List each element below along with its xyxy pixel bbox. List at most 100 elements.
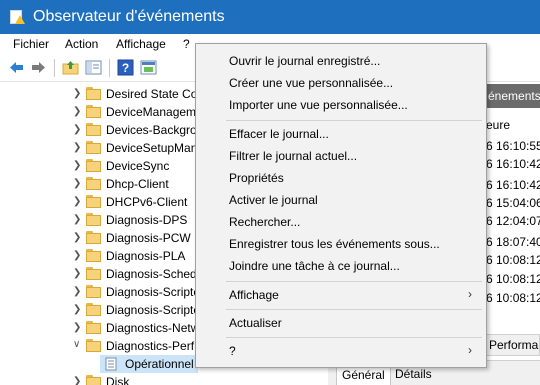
tree-item[interactable]: ❯ Disk — [0, 373, 200, 385]
back-arrow-icon[interactable] — [8, 59, 25, 76]
menu-item-create-custom-view[interactable]: Créer une vue personnalisée... — [196, 72, 486, 94]
event-detail-title: Performan — [486, 334, 540, 356]
chevron-right-icon[interactable]: ❯ — [73, 124, 83, 136]
folder-icon — [86, 105, 101, 118]
tree-item-expanded[interactable]: ∨ Diagnostics-Perf — [0, 337, 200, 355]
folder-icon — [86, 231, 101, 244]
folder-icon — [86, 249, 101, 262]
chevron-right-icon[interactable]: ❯ — [73, 232, 83, 244]
menu-item-view[interactable]: Affichage › — [196, 284, 486, 306]
folder-open-icon — [86, 339, 101, 352]
chevron-right-icon: › — [468, 343, 472, 357]
tree-item[interactable]: ❯ Diagnosis-Scripte — [0, 301, 200, 319]
event-time[interactable]: 6 10:08:12 — [486, 272, 540, 286]
menu-item-find[interactable]: Rechercher... — [196, 211, 486, 233]
chevron-right-icon[interactable]: ❯ — [73, 88, 83, 100]
window-title: Observateur d'événements — [33, 8, 225, 25]
chevron-right-icon[interactable]: ❯ — [73, 214, 83, 226]
chevron-right-icon: › — [468, 287, 472, 301]
tree-item[interactable]: ❯ Diagnosis-Scripte — [0, 283, 200, 301]
events-panel: énements eure 6 16:10:55 6 16:10:42 6 16… — [486, 82, 540, 385]
tree-item[interactable]: ❯ Diagnostics-Netw — [0, 319, 200, 337]
chevron-right-icon[interactable]: ❯ — [73, 268, 83, 280]
folder-icon — [86, 177, 101, 190]
menu-item-attach-task[interactable]: Joindre une tâche à ce journal... — [196, 255, 486, 277]
chevron-right-icon[interactable]: ❯ — [73, 106, 83, 118]
event-time[interactable]: 6 16:10:42 — [486, 178, 540, 192]
folder-icon — [86, 123, 101, 136]
menu-separator — [226, 337, 482, 338]
tree-item[interactable]: ❯ DeviceManageme — [0, 103, 200, 121]
tree-item[interactable]: ❯ Diagnosis-Sched — [0, 265, 200, 283]
chevron-right-icon[interactable]: ❯ — [73, 304, 83, 316]
tree-item[interactable]: ❯ Devices-Backgro — [0, 121, 200, 139]
folder-icon — [86, 375, 101, 385]
chevron-right-icon[interactable]: ❯ — [73, 142, 83, 154]
tree-item[interactable]: ❯ Diagnosis-DPS — [0, 211, 200, 229]
title-bar: Observateur d'événements — [0, 0, 540, 34]
chevron-right-icon[interactable]: ❯ — [73, 160, 83, 172]
menu-item-properties[interactable]: Propriétés — [196, 167, 486, 189]
menu-item-import-custom-view[interactable]: Importer une vue personnalisée... — [196, 94, 486, 116]
tree-item[interactable]: ❯ DeviceSync — [0, 157, 200, 175]
navigation-tree: ❯ Desired State Con ❯ DeviceManageme ❯ Devi… — [0, 83, 200, 385]
menu-fichier[interactable]: Fichier — [13, 37, 49, 51]
tree-item[interactable]: ❯ Dhcp-Client — [0, 175, 200, 193]
toolbar-separator — [54, 59, 55, 77]
menu-help[interactable]: ? — [183, 37, 190, 51]
forward-arrow-icon[interactable] — [30, 59, 47, 76]
folder-icon — [86, 321, 101, 334]
event-time[interactable]: 6 10:08:12 — [486, 291, 540, 305]
folder-icon — [86, 285, 101, 298]
tree-item[interactable]: ❯ Diagnosis-PLA — [0, 247, 200, 265]
event-time[interactable]: 6 10:08:12 — [486, 253, 540, 267]
event-time[interactable]: 6 16:10:42 — [486, 157, 540, 171]
menu-item-refresh[interactable]: Actualiser — [196, 312, 486, 334]
chevron-right-icon[interactable]: ❯ — [73, 322, 83, 334]
menu-item-clear-log[interactable]: Effacer le journal... — [196, 123, 486, 145]
folder-up-icon[interactable] — [62, 59, 79, 76]
tree-item[interactable]: ❯ Desired State Con — [0, 85, 200, 103]
event-time[interactable]: 6 16:10:55 — [486, 139, 540, 153]
menu-affichage[interactable]: Affichage — [116, 37, 166, 51]
properties-icon[interactable] — [140, 59, 157, 76]
chevron-right-icon[interactable]: ❯ — [73, 286, 83, 298]
menu-item-open-saved-log[interactable]: Ouvrir le journal enregistré... — [196, 50, 486, 72]
menu-item-enable-log[interactable]: Activer le journal — [196, 189, 486, 211]
folder-icon — [86, 213, 101, 226]
chevron-right-icon[interactable]: ❯ — [73, 250, 83, 262]
menu-item-filter-current-log[interactable]: Filtrer le journal actuel... — [196, 145, 486, 167]
toolbar-separator — [109, 59, 110, 77]
menu-separator — [226, 120, 482, 121]
chevron-right-icon[interactable]: ❯ — [73, 376, 83, 385]
tree-item[interactable]: ❯ DHCPv6-Client — [0, 193, 200, 211]
menu-item-save-all-events[interactable]: Enregistrer tous les événements sous... — [196, 233, 486, 255]
folder-icon — [86, 159, 101, 172]
folder-icon — [86, 303, 101, 316]
event-viewer-icon — [9, 9, 25, 25]
tree-item-operational[interactable]: Opérationnel — [0, 355, 200, 373]
show-hide-tree-icon[interactable] — [85, 59, 102, 76]
folder-icon — [86, 141, 101, 154]
events-header: énements — [486, 84, 540, 108]
context-menu: Ouvrir le journal enregistré... Créer un… — [195, 43, 487, 368]
event-time[interactable]: 6 12:04:07 — [486, 214, 540, 228]
chevron-right-icon[interactable]: ❯ — [73, 196, 83, 208]
folder-icon — [86, 267, 101, 280]
menu-separator — [226, 281, 482, 282]
folder-icon — [86, 87, 101, 100]
menu-action[interactable]: Action — [65, 37, 98, 51]
event-time[interactable]: 6 15:04:06 — [486, 196, 540, 210]
log-file-icon — [105, 357, 117, 371]
folder-icon — [86, 195, 101, 208]
help-icon[interactable]: ? — [117, 59, 134, 76]
menu-separator — [226, 309, 482, 310]
column-header-time[interactable]: eure — [486, 118, 510, 132]
svg-text:?: ? — [122, 61, 129, 75]
event-time[interactable]: 6 18:07:40 — [486, 235, 540, 249]
menu-item-help[interactable]: ? › — [196, 340, 486, 362]
tree-item[interactable]: ❯ DeviceSetupMan — [0, 139, 200, 157]
chevron-down-icon[interactable]: ∨ — [73, 339, 83, 351]
tree-item[interactable]: ❯ Diagnosis-PCW — [0, 229, 200, 247]
chevron-right-icon[interactable]: ❯ — [73, 178, 83, 190]
